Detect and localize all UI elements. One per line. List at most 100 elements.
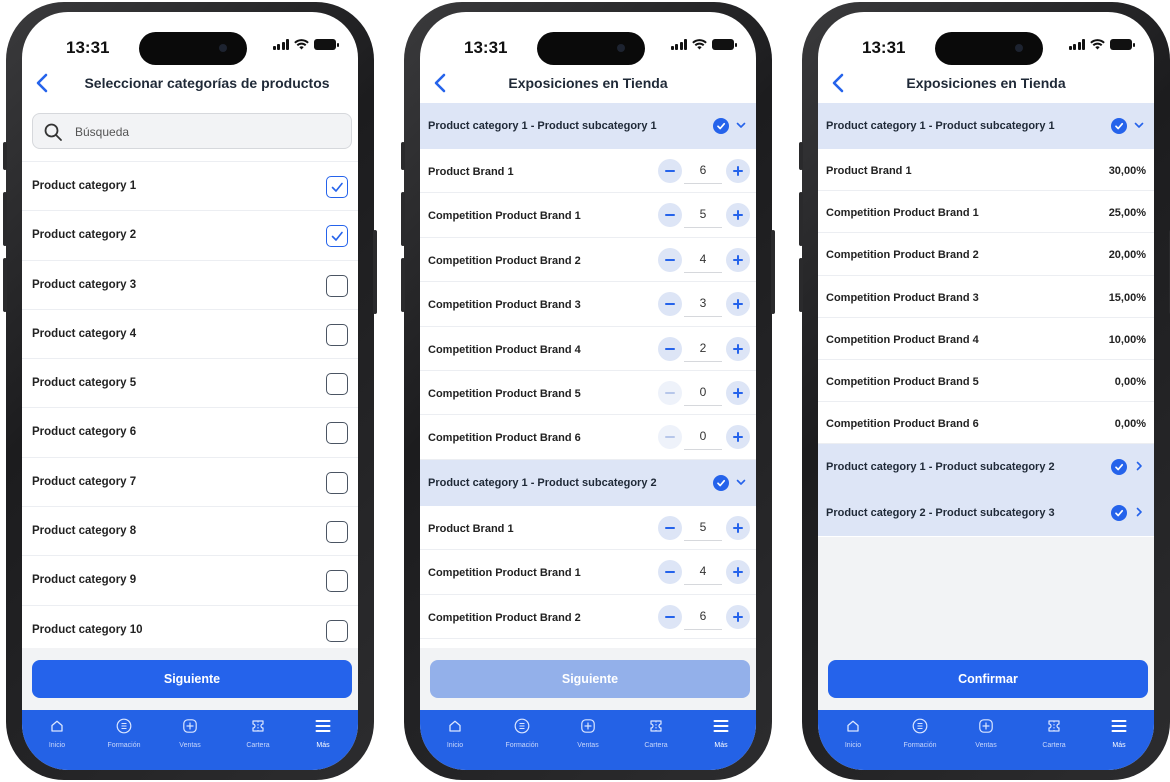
quantity-field[interactable]: 6 xyxy=(684,160,722,184)
brand-label: Competition Product Brand 2 xyxy=(428,254,581,267)
list-item[interactable]: Product category 9 xyxy=(22,555,358,604)
next-button[interactable]: Siguiente xyxy=(430,660,750,698)
quantity-field[interactable]: 5 xyxy=(684,517,722,541)
tab-label: Formación xyxy=(107,742,141,749)
section-header[interactable]: Product category 1 - Product subcategory… xyxy=(818,444,1154,491)
tab-home[interactable]: Inicio xyxy=(828,718,878,749)
category-checkbox[interactable] xyxy=(326,422,348,445)
tab-book[interactable]: Formación xyxy=(497,718,547,749)
increment-button[interactable] xyxy=(726,292,750,317)
quantity-field[interactable]: 2 xyxy=(684,338,722,362)
percentage-value: 10,00% xyxy=(1108,333,1146,346)
tab-wallet[interactable]: Cartera xyxy=(233,718,283,749)
quantity-field[interactable]: 4 xyxy=(684,561,722,586)
tab-plus-square[interactable]: Ventas xyxy=(165,718,215,749)
wifi-icon xyxy=(1090,39,1105,50)
tab-book[interactable]: Formación xyxy=(99,718,149,749)
decrement-button[interactable] xyxy=(658,336,682,361)
decrement-button[interactable] xyxy=(658,425,682,450)
increment-button[interactable] xyxy=(726,560,750,585)
chevron-right-icon xyxy=(1136,462,1142,471)
quantity-field[interactable]: 5 xyxy=(684,204,722,229)
category-checkbox[interactable] xyxy=(326,619,348,642)
tab-home[interactable]: Inicio xyxy=(32,718,82,749)
tab-menu[interactable]: Más xyxy=(1094,718,1144,749)
section-header[interactable]: Product category 1 - Product subcategory… xyxy=(420,103,756,149)
list-item[interactable]: Product category 7 xyxy=(22,456,358,506)
increment-button[interactable] xyxy=(726,203,750,228)
wallet-icon xyxy=(650,720,662,732)
section-header[interactable]: Product category 1 - Product subcategory… xyxy=(818,103,1154,149)
decrement-button[interactable] xyxy=(658,159,682,183)
status-time: 13:31 xyxy=(66,38,110,57)
list-item[interactable]: Product category 4 xyxy=(22,308,358,358)
decrement-button[interactable] xyxy=(658,380,682,405)
category-checkbox[interactable] xyxy=(326,274,348,297)
tab-wallet[interactable]: Cartera xyxy=(631,718,681,749)
category-label: Product category 2 xyxy=(32,229,137,242)
list-item[interactable]: Product category 3 xyxy=(22,259,358,309)
category-checkbox[interactable] xyxy=(326,521,348,544)
table-row: Competition Product Brand 6 0 xyxy=(420,415,756,460)
phone-store-exposures-summary: 13:31 Exposiciones en Tienda Product cat… xyxy=(799,2,1170,780)
empty-area xyxy=(818,537,1154,648)
increment-button[interactable] xyxy=(726,604,750,629)
category-checkbox[interactable] xyxy=(326,323,348,346)
tab-menu[interactable]: Más xyxy=(298,718,348,749)
list-item[interactable]: Product category 5 xyxy=(22,358,358,407)
header: Seleccionar categorías de productos xyxy=(22,68,358,100)
category-checkbox[interactable] xyxy=(326,471,348,494)
status-icons xyxy=(272,39,339,50)
table-row: Competition Product Brand 6 0,00% xyxy=(818,402,1154,445)
list-item[interactable]: Product category 10 xyxy=(22,604,358,654)
list-item[interactable]: Product category 1 xyxy=(22,161,358,210)
list-item[interactable]: Product category 2 xyxy=(22,210,358,259)
percentage-value: 20,00% xyxy=(1108,249,1146,262)
tab-wallet[interactable]: Cartera xyxy=(1029,718,1079,749)
brand-label: Competition Product Brand 3 xyxy=(428,299,581,312)
tab-book[interactable]: Formación xyxy=(895,718,945,749)
list-item[interactable]: Product category 6 xyxy=(22,407,358,456)
section-label: Product category 1 - Product subcategory… xyxy=(826,120,1055,132)
book-icon xyxy=(912,718,928,734)
category-checkbox[interactable] xyxy=(326,570,348,593)
search-input[interactable]: Búsqueda xyxy=(32,113,352,149)
quantity-field[interactable]: 0 xyxy=(684,426,722,451)
next-button[interactable]: Siguiente xyxy=(32,660,352,698)
decrement-button[interactable] xyxy=(658,515,682,540)
category-checkbox[interactable] xyxy=(326,176,348,198)
tab-label: Más xyxy=(714,742,728,749)
quantity-field[interactable]: 6 xyxy=(684,606,722,630)
confirm-button[interactable]: Confirmar xyxy=(828,660,1148,698)
quantity-field[interactable]: 4 xyxy=(684,249,722,273)
decrement-button[interactable] xyxy=(658,203,682,228)
decrement-button[interactable] xyxy=(658,604,682,629)
quantity-field[interactable]: 0 xyxy=(684,382,722,406)
list-item[interactable]: Product category 8 xyxy=(22,506,358,555)
decrement-button[interactable] xyxy=(658,292,682,317)
section-label: Product category 1 - Product subcategory… xyxy=(826,461,1055,474)
decrement-button[interactable] xyxy=(658,247,682,272)
quantity-field[interactable]: 3 xyxy=(684,293,722,318)
increment-button[interactable] xyxy=(726,515,750,540)
category-checkbox[interactable] xyxy=(326,225,348,248)
plus-square-icon xyxy=(183,719,197,733)
increment-button[interactable] xyxy=(726,336,750,361)
category-checkbox[interactable] xyxy=(326,373,348,396)
tab-plus-square[interactable]: Ventas xyxy=(563,718,613,749)
increment-button[interactable] xyxy=(726,247,750,272)
dynamic-island xyxy=(935,32,1043,65)
increment-button[interactable] xyxy=(726,425,750,450)
tab-label: Ventas xyxy=(179,742,201,749)
wallet-icon xyxy=(1048,720,1060,732)
tab-home[interactable]: Inicio xyxy=(430,718,480,749)
increment-button[interactable] xyxy=(726,380,750,405)
tab-menu[interactable]: Más xyxy=(696,718,746,749)
section-header[interactable]: Product category 1 - Product subcategory… xyxy=(420,459,756,506)
status-bar: 13:31 xyxy=(818,12,1154,65)
percentage-value: 0,00% xyxy=(1114,418,1146,431)
increment-button[interactable] xyxy=(726,159,750,183)
decrement-button[interactable] xyxy=(658,560,682,585)
tab-plus-square[interactable]: Ventas xyxy=(961,718,1011,749)
section-header[interactable]: Product category 2 - Product subcategory… xyxy=(818,490,1154,537)
